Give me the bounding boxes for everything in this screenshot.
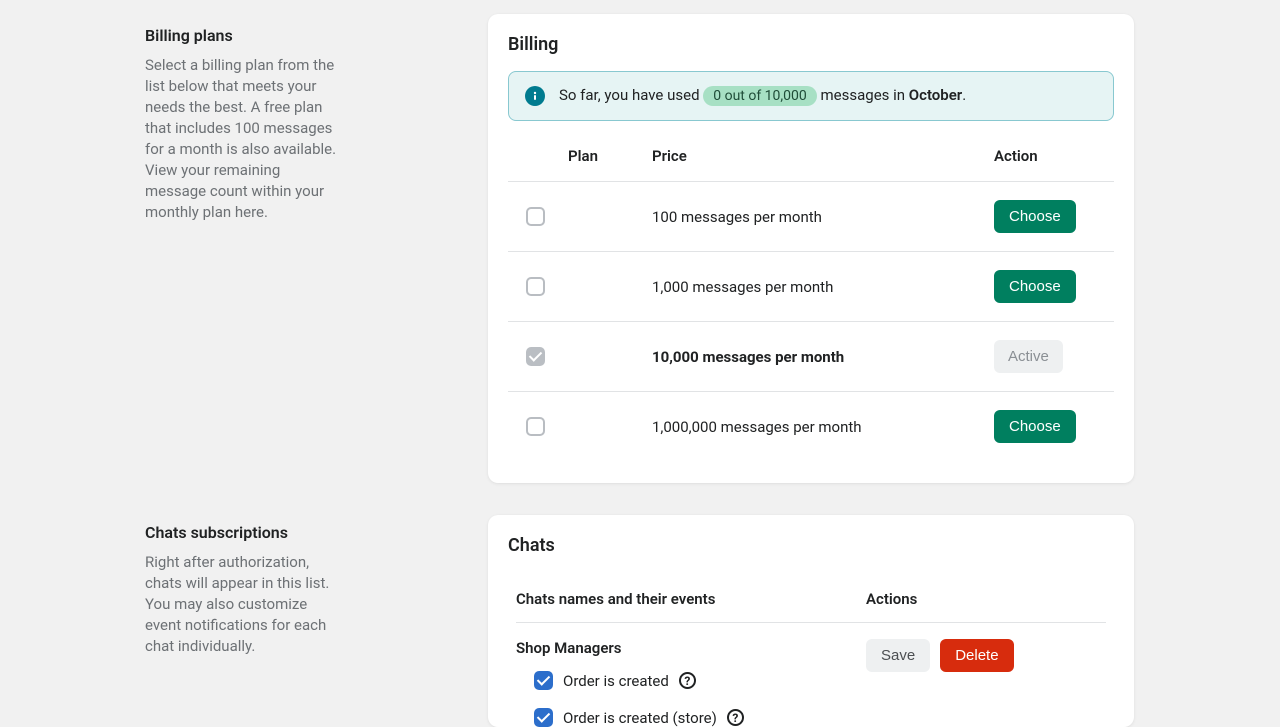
plan-price: 1,000,000 messages per month (652, 418, 994, 436)
chat-group-name: Shop Managers (516, 639, 866, 657)
col-plan: Plan (568, 147, 652, 165)
col-chat-names: Chats names and their events (516, 590, 866, 608)
chat-actions: Save Delete (866, 639, 1106, 727)
plan-row: 1,000,000 messages per month Choose (508, 392, 1114, 461)
event-checkbox[interactable] (534, 708, 553, 727)
usage-text: So far, you have used 0 out of 10,000 me… (559, 86, 966, 106)
plan-table: Plan Price Action 100 messages per month… (508, 129, 1114, 461)
col-action: Action (994, 147, 1114, 165)
billing-section-text: Select a billing plan from the list belo… (145, 55, 344, 223)
plan-price: 100 messages per month (652, 208, 994, 226)
help-icon[interactable]: ? (679, 672, 696, 689)
billing-section-title: Billing plans (145, 26, 344, 45)
event-label: Order is created (store) (563, 709, 717, 727)
chats-section-text: Right after authorization, chats will ap… (145, 552, 344, 657)
billing-description: Billing plans Select a billing plan from… (0, 0, 344, 483)
delete-button[interactable]: Delete (940, 639, 1013, 672)
event-line: Order is created (store) ? (516, 708, 866, 727)
chats-card-title: Chats (508, 535, 1114, 556)
plan-row: 10,000 messages per month Active (508, 322, 1114, 392)
plan-row: 100 messages per month Choose (508, 182, 1114, 252)
plan-table-header: Plan Price Action (508, 129, 1114, 182)
plan-checkbox[interactable] (526, 417, 545, 436)
plan-checkbox[interactable] (526, 347, 545, 366)
plan-price: 1,000 messages per month (652, 278, 994, 296)
choose-button[interactable]: Choose (994, 270, 1076, 303)
usage-month: October (909, 86, 962, 104)
usage-suffix: . (962, 86, 966, 104)
choose-button[interactable]: Choose (994, 410, 1076, 443)
chats-card: Chats Chats names and their events Actio… (488, 515, 1134, 727)
event-checkbox[interactable] (534, 671, 553, 690)
plan-checkbox[interactable] (526, 277, 545, 296)
chats-description: Chats subscriptions Right after authoriz… (0, 501, 344, 727)
chats-table-header: Chats names and their events Actions (516, 572, 1106, 623)
billing-card: Billing So far, you have used 0 out of 1… (488, 14, 1134, 483)
chats-section: Chats subscriptions Right after authoriz… (0, 501, 1280, 727)
usage-banner: So far, you have used 0 out of 10,000 me… (508, 71, 1114, 121)
info-icon (525, 86, 545, 106)
plan-row: 1,000 messages per month Choose (508, 252, 1114, 322)
col-price: Price (652, 147, 994, 165)
save-button[interactable]: Save (866, 639, 930, 672)
chat-group: Shop Managers Order is created ? Order i… (516, 639, 866, 727)
event-label: Order is created (563, 672, 669, 690)
usage-prefix: So far, you have used (559, 86, 700, 104)
event-line: Order is created ? (516, 671, 866, 690)
plan-checkbox[interactable] (526, 207, 545, 226)
usage-mid: messages in (821, 86, 906, 104)
help-icon[interactable]: ? (727, 709, 744, 726)
active-button: Active (994, 340, 1063, 373)
choose-button[interactable]: Choose (994, 200, 1076, 233)
chats-section-title: Chats subscriptions (145, 523, 344, 542)
chat-group-row: Shop Managers Order is created ? Order i… (516, 623, 1106, 727)
plan-price: 10,000 messages per month (652, 348, 994, 366)
billing-card-title: Billing (508, 34, 1114, 55)
billing-section: Billing plans Select a billing plan from… (0, 0, 1280, 483)
usage-pill: 0 out of 10,000 (703, 86, 817, 106)
col-chat-actions: Actions (866, 590, 1106, 608)
